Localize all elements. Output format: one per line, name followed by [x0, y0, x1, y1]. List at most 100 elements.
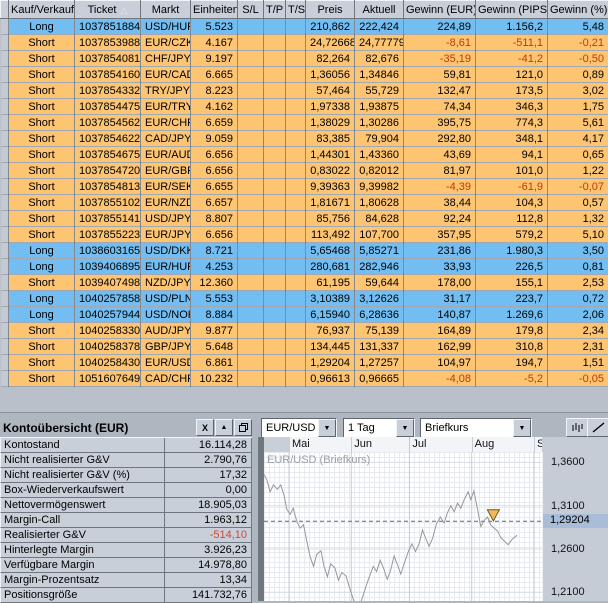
cell-gain_pips: 173,5: [476, 83, 548, 99]
cell-gain_eur: -35,19: [404, 51, 476, 67]
cell-gain_pips: 104,3: [476, 195, 548, 211]
cell-sl: [238, 51, 264, 67]
column-header-tp[interactable]: T/P: [264, 1, 286, 19]
cell-market: CHF/JPY: [141, 51, 191, 67]
account-row-value: 0,00: [165, 483, 252, 498]
chevron-down-icon[interactable]: ▼: [318, 419, 336, 437]
column-header-ts[interactable]: T/S: [286, 1, 306, 19]
cell-current: 1,27257: [355, 355, 404, 371]
table-row[interactable]: Short1037854160EUR/CAD6.6651,360561,3484…: [1, 67, 608, 83]
table-row[interactable]: Short1037854720EUR/GBP6.6560,830220,8201…: [1, 163, 608, 179]
cell-side: Short: [9, 179, 75, 195]
cell-gain_eur: -8,61: [404, 35, 476, 51]
cell-tp: [264, 355, 286, 371]
column-header-market[interactable]: Markt: [141, 1, 191, 19]
cell-sl: [238, 83, 264, 99]
cell-sl: [238, 355, 264, 371]
cell-gain_eur: 178,00: [404, 275, 476, 291]
chevron-down-icon[interactable]: ▼: [396, 419, 414, 437]
table-row[interactable]: Short1037853988EUR/CZK4.16724,7266824,77…: [1, 35, 608, 51]
account-row-label: Margin-Prozentsatz: [0, 573, 165, 588]
cell-price: 113,492: [306, 227, 355, 243]
column-header-gain_pips[interactable]: Gewinn (PIPS): [476, 1, 548, 19]
cell-tp: [264, 371, 286, 387]
cell-price: 3,10389: [306, 291, 355, 307]
table-row[interactable]: Short1037855223EUR/JPY6.656113,492107,70…: [1, 227, 608, 243]
chart-plot[interactable]: EUR/USD (Briefkurs): [264, 452, 542, 601]
cell-gain_eur: 74,34: [404, 99, 476, 115]
cell-ticket: 1037854081: [75, 51, 141, 67]
cell-gain_pips: -61,9: [476, 179, 548, 195]
chart-toolbar: EUR/USD ▼ 1 Tag ▼ Briefkurs ▼: [258, 418, 608, 437]
column-header-ticket[interactable]: Ticket△: [75, 1, 141, 19]
cell-sl: [238, 371, 264, 387]
cell-side: Short: [9, 211, 75, 227]
cell-units: 9.877: [191, 323, 238, 339]
table-row[interactable]: Short1037855102EUR/NZD6.6571,816711,8062…: [1, 195, 608, 211]
table-row[interactable]: Short1037854622CAD/JPY9.05983,38579,9042…: [1, 131, 608, 147]
cell-ts: [286, 243, 306, 259]
cell-side: Short: [9, 99, 75, 115]
account-panel-titlebar: Kontoübersicht (EUR) X ▲: [0, 418, 252, 437]
column-header-gain_eur[interactable]: Gewinn (EUR): [404, 1, 476, 19]
cell-market: EUR/NZD: [141, 195, 191, 211]
account-row-value: 13,34: [165, 573, 252, 588]
column-header-units[interactable]: Einheiten: [191, 1, 238, 19]
cell-gain_pct: -0,05: [548, 371, 608, 387]
line-chart-icon[interactable]: [587, 418, 608, 437]
price-type-select[interactable]: Briefkurs ▼: [420, 418, 532, 438]
bars-chart-icon[interactable]: [566, 418, 588, 437]
sell-marker-icon[interactable]: [487, 510, 499, 521]
cell-market: EUR/GBP: [141, 163, 191, 179]
table-row[interactable]: Long1040257944USD/NOK8.8846,159406,28636…: [1, 307, 608, 323]
cell-sl: [238, 131, 264, 147]
table-row[interactable]: Long1038603165USD/DKK8.7215,654685,85271…: [1, 243, 608, 259]
column-header-price[interactable]: Preis: [306, 1, 355, 19]
table-row[interactable]: Long1040257858USD/PLN5.5533,103893,12626…: [1, 291, 608, 307]
table-row[interactable]: Short1051607649CAD/CHF10.2320,966130,966…: [1, 371, 608, 387]
cell-ticket: 1037855141: [75, 211, 141, 227]
table-row[interactable]: Short1037854813EUR/SEK6.6559,393639,3998…: [1, 179, 608, 195]
period-select[interactable]: 1 Tag ▼: [343, 418, 415, 438]
instrument-select[interactable]: EUR/USD ▼: [261, 418, 337, 438]
cell-sl: [238, 195, 264, 211]
table-row[interactable]: Short1039407498NZD/JPY12.36061,19559,644…: [1, 275, 608, 291]
table-row[interactable]: Short1037854475EUR/TRY4.1621,973381,9387…: [1, 99, 608, 115]
table-row[interactable]: Short1037855141USD/JPY8.80785,75684,6289…: [1, 211, 608, 227]
cell-side: Short: [9, 147, 75, 163]
cell-gain_pct: 4,17: [548, 131, 608, 147]
table-row[interactable]: Short1037854332TRY/JPY8.22357,46455,7291…: [1, 83, 608, 99]
cell-sl: [238, 307, 264, 323]
column-header-sl[interactable]: S/L: [238, 1, 264, 19]
cell-market: EUR/TRY: [141, 99, 191, 115]
account-row-label: Verfügbare Margin: [0, 558, 165, 573]
table-row[interactable]: Long1037851884USD/HUF5.523210,862222,424…: [1, 19, 608, 35]
cell-units: 4.162: [191, 99, 238, 115]
table-row[interactable]: Long1039406895EUR/HUF4.253280,681282,946…: [1, 259, 608, 275]
cell-units: 9.197: [191, 51, 238, 67]
cell-ts: [286, 211, 306, 227]
table-row[interactable]: Short1037854081CHF/JPY9.19782,26482,676-…: [1, 51, 608, 67]
cell-ticket: 1039406895: [75, 259, 141, 275]
row-gutter: [1, 339, 9, 355]
chevron-down-icon[interactable]: ▼: [513, 419, 531, 437]
cell-tp: [264, 67, 286, 83]
table-row[interactable]: Short1037854562EUR/CHF6.6591,380291,3028…: [1, 115, 608, 131]
cell-current: 79,904: [355, 131, 404, 147]
column-header-side[interactable]: Kauf/Verkauf: [9, 1, 75, 19]
cell-gain_eur: 140,87: [404, 307, 476, 323]
cell-ticket: 1040258330: [75, 323, 141, 339]
collapse-button[interactable]: ▲: [215, 419, 233, 436]
cell-sl: [238, 211, 264, 227]
table-row[interactable]: Short1040258430EUR/USD6.8611,292041,2725…: [1, 355, 608, 371]
panel-title: Kontoübersicht (EUR): [0, 421, 195, 435]
cell-tp: [264, 83, 286, 99]
table-row[interactable]: Short1040258378GBP/JPY5.648134,445131,33…: [1, 339, 608, 355]
column-header-gain_pct[interactable]: Gewinn (%): [548, 1, 608, 19]
account-row: Nicht realisierter G&V2.790,76: [0, 453, 252, 468]
close-button[interactable]: X: [196, 419, 214, 436]
table-row[interactable]: Short1040258330AUD/JPY9.87776,93775,1391…: [1, 323, 608, 339]
column-header-current[interactable]: Aktuell: [355, 1, 404, 19]
restore-window-icon[interactable]: [234, 419, 252, 436]
table-row[interactable]: Short1037854675EUR/AUD6.6561,443011,4336…: [1, 147, 608, 163]
